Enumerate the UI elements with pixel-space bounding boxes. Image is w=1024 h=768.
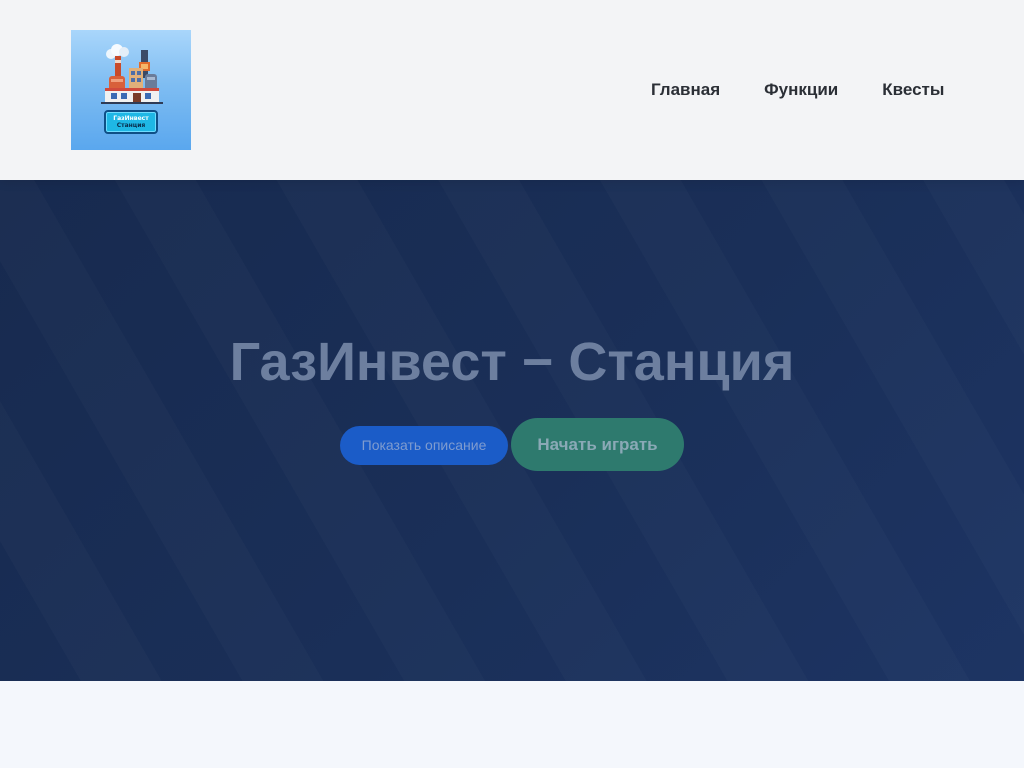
logo-text-line1: ГазИнвест [113,115,149,122]
hero-section: ГазИнвест − Станция Показать описание На… [0,180,1024,681]
site-logo[interactable]: ГазИнвест Станция [71,30,191,150]
nav-link-features[interactable]: Функции [764,80,838,100]
hero-title: ГазИнвест − Станция [229,332,795,392]
main-nav: Главная Функции Квесты [651,80,944,100]
show-description-button[interactable]: Показать описание [340,426,508,465]
logo-nameplate: ГазИнвест Станция [104,110,158,134]
content-section [0,681,1024,768]
nav-link-home[interactable]: Главная [651,80,720,100]
site-header: ГазИнвест Станция Главная Функции Квесты [0,0,1024,180]
logo-text-line2: Станция [116,122,146,129]
nav-link-quests[interactable]: Квесты [882,80,944,100]
start-game-button[interactable]: Начать играть [511,418,684,471]
hero-background-pattern [0,180,1024,681]
